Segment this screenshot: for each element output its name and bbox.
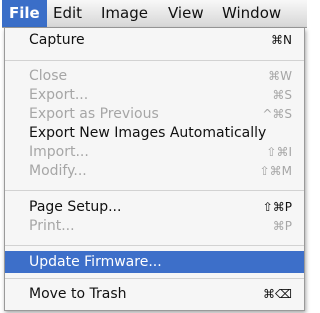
menu-item-label: Export as Previous (29, 106, 159, 122)
menu-item-label: Page Setup... (29, 199, 122, 215)
menu-separator (5, 190, 304, 191)
menu-separator (5, 245, 304, 246)
menu-window[interactable]: Window (215, 0, 288, 27)
menu-item-page-setup[interactable]: Page Setup... ⇧⌘P (5, 197, 304, 218)
menu-item-shortcut: ⇧⌘M (259, 164, 292, 178)
menu-item-label: Modify... (29, 163, 87, 179)
menu-item-export-new-images-automatically[interactable]: Export New Images Automatically (5, 123, 304, 144)
menu-item-label: Close (29, 68, 68, 84)
menu-item-print: Print... ⌘P (5, 216, 304, 237)
menu-item-export: Export... ⌘S (5, 85, 304, 106)
menu-item-label: Update Firmware... (29, 254, 162, 270)
menu-item-label: Print... (29, 218, 75, 234)
menu-item-shortcut: ⌘W (268, 69, 292, 83)
menu-item-update-firmware[interactable]: Update Firmware... (5, 251, 304, 273)
menu-file[interactable]: File (2, 0, 47, 27)
menu-edit[interactable]: Edit (46, 0, 89, 27)
menu-bar: File Edit Image View Window (2, 0, 307, 28)
menu-item-shortcut: ⇧⌘I (266, 145, 292, 159)
menu-image[interactable]: Image (94, 0, 155, 27)
menu-view[interactable]: View (161, 0, 211, 27)
menu-item-capture[interactable]: Capture ⌘N (5, 30, 304, 51)
menu-item-label: Import... (29, 144, 89, 160)
menu-separator (5, 60, 304, 61)
menu-item-shortcut: ⌘P (272, 219, 292, 233)
menu-item-shortcut: ⇧⌘P (262, 200, 292, 214)
menu-item-label: Capture (29, 32, 85, 48)
menu-item-import: Import... ⇧⌘I (5, 142, 304, 163)
menu-item-shortcut: ⌘N (271, 33, 292, 47)
file-menu-dropdown: Capture ⌘N Close ⌘W Export... ⌘S Export … (4, 28, 305, 311)
menu-item-close: Close ⌘W (5, 66, 304, 87)
menu-item-modify: Modify... ⇧⌘M (5, 161, 304, 182)
menu-item-export-as-previous: Export as Previous ^⌘S (5, 104, 304, 125)
menu-item-label: Export New Images Automatically (29, 125, 267, 141)
menu-item-shortcut: ⌘S (272, 88, 292, 102)
menu-item-shortcut: ⌘⌫ (263, 287, 292, 301)
menu-item-shortcut: ^⌘S (262, 107, 292, 121)
menu-item-label: Move to Trash (29, 286, 127, 302)
menu-separator (5, 278, 304, 279)
menu-item-label: Export... (29, 87, 89, 103)
menu-item-move-to-trash[interactable]: Move to Trash ⌘⌫ (5, 284, 304, 305)
